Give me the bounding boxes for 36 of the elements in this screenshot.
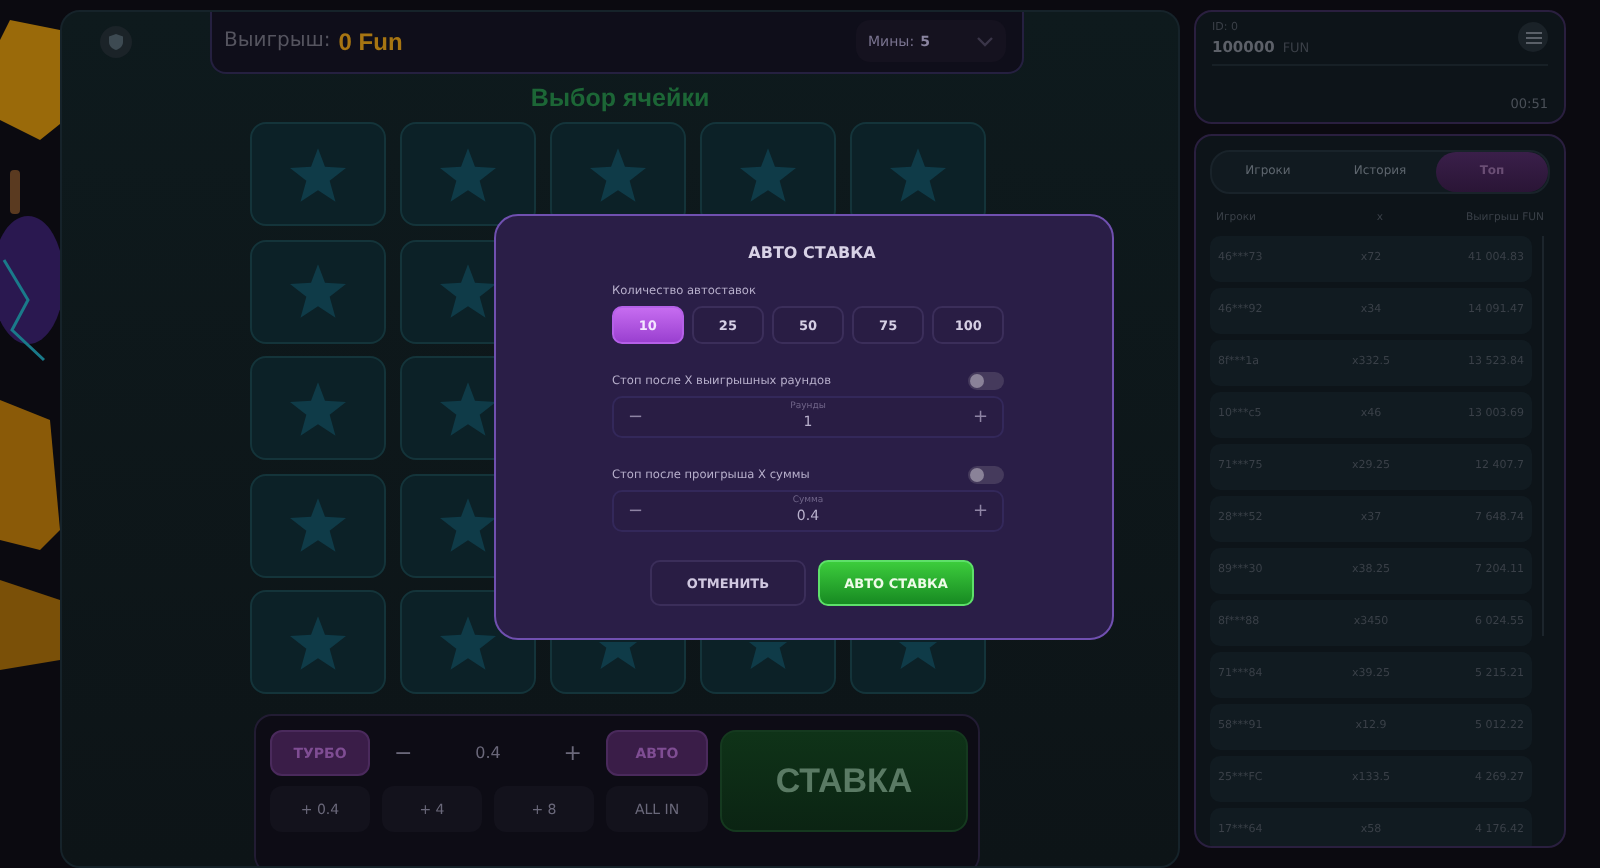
dialog-title: АВТО СТАВКА [748,244,876,262]
star-icon [440,381,496,435]
minus-button[interactable]: − [628,407,644,427]
toggle-switch[interactable] [968,466,1004,484]
grid-title: Выбор ячейки [530,84,710,112]
star-icon [290,147,346,201]
grid-tile[interactable] [400,122,536,226]
grid-tile[interactable] [250,239,386,343]
shield-icon[interactable] [100,26,132,58]
star-icon [290,498,346,552]
star-icon [290,615,346,669]
star-icon [440,147,496,201]
grid-tile[interactable] [250,122,386,226]
menu-icon[interactable] [1518,22,1548,52]
win-label: Выигрыш: [224,30,331,52]
star-icon [440,615,496,669]
minus-button[interactable]: − [394,740,413,766]
star-icon [440,264,496,318]
minus-button[interactable]: − [628,501,644,521]
grid-tile[interactable] [250,590,386,694]
grid-tile[interactable] [250,356,386,460]
plus-button[interactable]: + [972,501,988,521]
toggle-switch[interactable] [968,372,1004,390]
star-icon [890,147,946,201]
grid-tile[interactable] [250,473,386,577]
star-icon [440,498,496,552]
star-icon [290,381,346,435]
caret-icon [976,35,994,47]
bet-button[interactable]: СТАВКА [720,730,968,832]
star-icon [290,264,346,318]
star-icon [590,147,646,201]
plus-button[interactable]: + [972,407,988,427]
bet-amount: 0.4 [475,744,501,762]
win-amount: 0 Fun [338,27,403,55]
plus-button[interactable]: + [563,740,582,766]
star-icon [740,147,796,201]
